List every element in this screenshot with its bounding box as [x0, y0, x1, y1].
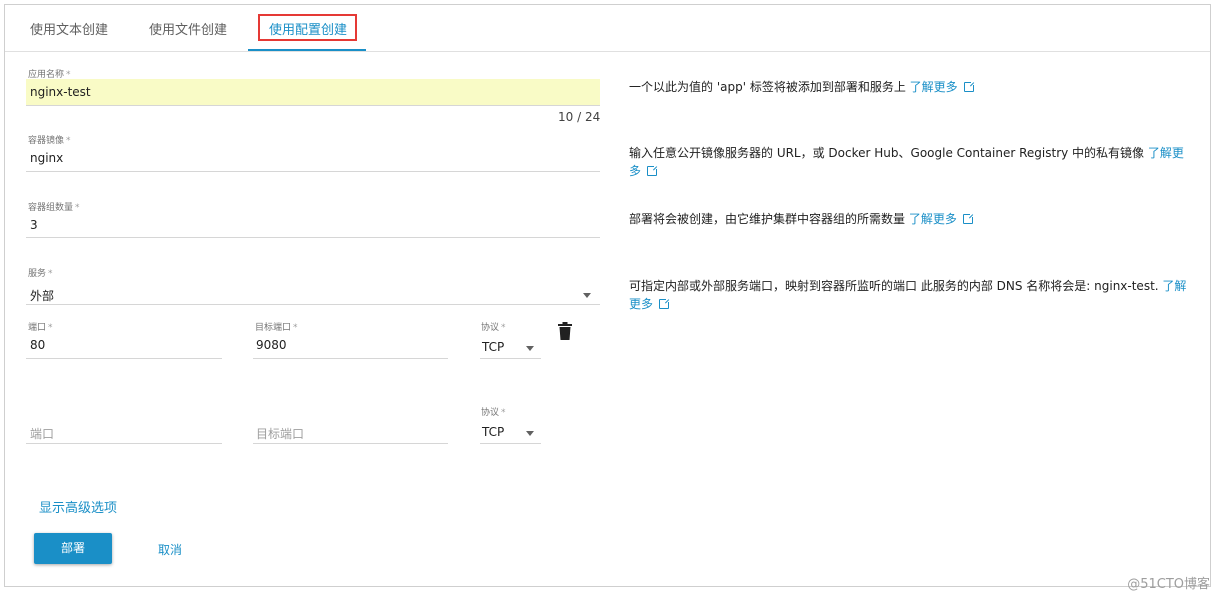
create-app-panel: 使用文本创建 使用文件创建 使用配置创建 应用名称 * nginx-test 10…	[4, 4, 1211, 587]
help-app-name-text: 一个以此为值的 'app' 标签将被添加到部署和服务上	[629, 80, 906, 94]
learn-more-link[interactable]: 了解更多	[910, 80, 975, 94]
help-app-name: 一个以此为值的 'app' 标签将被添加到部署和服务上 了解更多	[629, 78, 1199, 96]
external-link-icon	[963, 81, 975, 92]
port-input[interactable]: 80	[30, 338, 45, 352]
port-underline	[26, 358, 222, 359]
external-link-icon	[962, 213, 974, 224]
protocol-label: 协议 *	[481, 323, 506, 333]
cancel-button[interactable]: 取消	[158, 541, 182, 558]
delete-icon[interactable]	[558, 322, 572, 340]
pods-underline	[26, 237, 600, 238]
help-service-text: 可指定内部或外部服务端口，映射到容器所监听的端口 此服务的内部 DNS 名称将会…	[629, 279, 1159, 293]
help-pods: 部署将会被创建，由它维护集群中容器组的所需数量 了解更多	[629, 210, 1199, 228]
help-image: 输入任意公开镜像服务器的 URL，或 Docker Hub、Google Con…	[629, 144, 1195, 180]
port-input-empty[interactable]: 端口	[30, 425, 54, 442]
protocol-underline	[480, 358, 541, 359]
protocol-select[interactable]: TCP	[480, 335, 541, 357]
deploy-button[interactable]: 部署	[34, 533, 112, 564]
tab-text-create[interactable]: 使用文本创建	[30, 19, 108, 38]
image-label: 容器镜像 *	[28, 136, 71, 146]
tab-active-indicator	[248, 49, 366, 51]
pods-input[interactable]: 3	[30, 218, 38, 232]
tab-bar: 使用文本创建 使用文件创建 使用配置创建	[5, 5, 1210, 52]
target-port-label: 目标端口 *	[255, 323, 298, 333]
port-underline-empty	[26, 443, 222, 444]
app-name-value: nginx-test	[30, 85, 91, 99]
target-port-underline-empty	[253, 443, 448, 444]
image-input[interactable]: nginx	[30, 151, 63, 165]
pods-label: 容器组数量 *	[28, 203, 80, 213]
app-name-underline	[26, 105, 600, 106]
protocol-value: TCP	[482, 340, 505, 354]
help-service: 可指定内部或外部服务端口，映射到容器所监听的端口 此服务的内部 DNS 名称将会…	[629, 277, 1195, 313]
protocol-value-2: TCP	[482, 425, 505, 439]
service-value: 外部	[30, 289, 55, 303]
protocol-underline-2	[480, 443, 541, 444]
tab-config-create[interactable]: 使用配置创建	[269, 19, 347, 38]
service-select[interactable]: 外部	[26, 281, 600, 305]
help-pods-text: 部署将会被创建，由它维护集群中容器组的所需数量	[629, 212, 906, 226]
learn-more-link[interactable]: 了解更多	[909, 212, 974, 226]
service-label: 服务 *	[28, 269, 53, 279]
chevron-down-icon	[526, 346, 534, 351]
image-underline	[26, 171, 600, 172]
show-advanced-options-link[interactable]: 显示高级选项	[39, 497, 117, 516]
help-image-text: 输入任意公开镜像服务器的 URL，或 Docker Hub、Google Con…	[629, 146, 1145, 160]
external-link-icon	[659, 298, 671, 309]
port-label: 端口 *	[28, 323, 53, 333]
app-name-input[interactable]: nginx-test	[26, 79, 600, 105]
service-underline	[26, 304, 600, 305]
target-port-input[interactable]: 9080	[256, 338, 287, 352]
target-port-underline	[253, 358, 448, 359]
target-port-input-empty[interactable]: 目标端口	[256, 425, 304, 442]
chevron-down-icon	[583, 293, 591, 298]
external-link-icon	[647, 165, 659, 176]
tab-file-create[interactable]: 使用文件创建	[149, 19, 227, 38]
protocol-select-2[interactable]: TCP	[480, 420, 541, 442]
app-name-char-counter: 10 / 24	[558, 110, 601, 124]
chevron-down-icon	[526, 431, 534, 436]
watermark: @51CTO博客	[1127, 577, 1210, 592]
protocol-label-2: 协议 *	[481, 408, 506, 418]
